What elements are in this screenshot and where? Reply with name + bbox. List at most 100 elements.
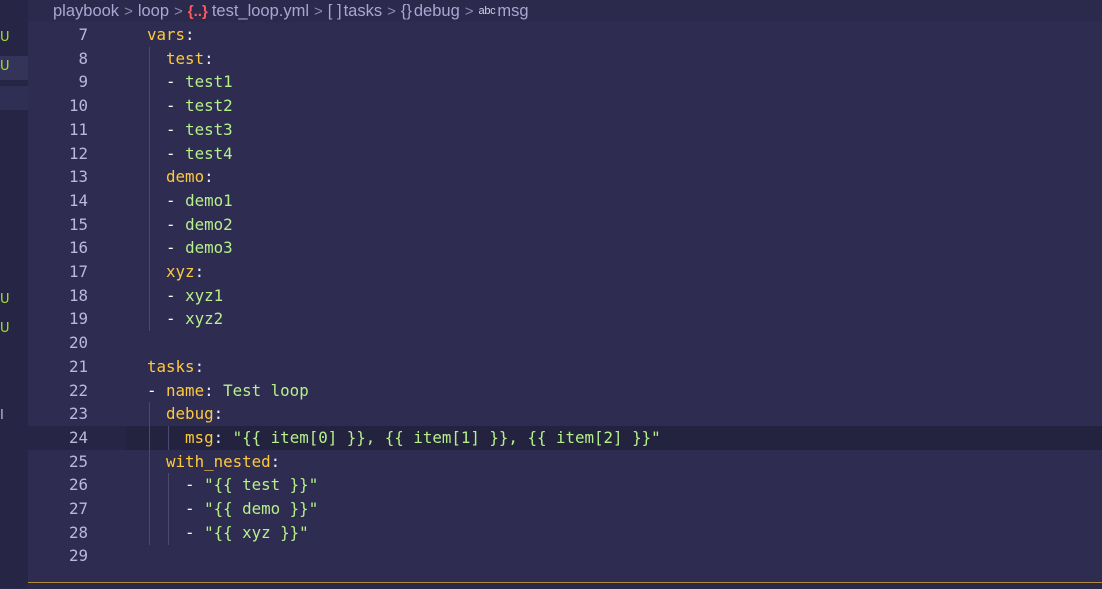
code-line[interactable]: 27 - "{{ demo }}" (28, 497, 1102, 521)
line-number: 17 (68, 262, 88, 281)
code-line[interactable]: 21 tasks: (28, 355, 1102, 379)
yaml-colon: : (194, 356, 205, 376)
code-line[interactable]: 24 msg: "{{ item[0] }}, {{ item[1] }}, {… (28, 425, 1102, 450)
code-content: test: (147, 47, 214, 71)
line-number: 24 (68, 427, 88, 447)
code-line[interactable]: 18 - xyz1 (28, 283, 1102, 308)
yaml-value: test4 (185, 143, 233, 163)
yaml-value: demo2 (185, 214, 233, 234)
explorer-row[interactable] (0, 86, 28, 110)
object-symbol-icon: {} (400, 1, 412, 20)
explorer-row[interactable]: I (0, 404, 28, 428)
line-number: 22 (68, 380, 88, 400)
code-line[interactable]: 12 - test4 (28, 141, 1102, 166)
git-status-badge: U (0, 292, 10, 307)
code-line[interactable]: 8 test: (28, 46, 1102, 71)
yaml-key: demo (166, 167, 205, 187)
code-line[interactable]: 16 - demo3 (28, 236, 1102, 261)
yaml-value: test2 (185, 96, 233, 116)
breadcrumb-item-debug[interactable]: debug (414, 2, 460, 21)
line-number: 20 (68, 333, 88, 353)
code-line[interactable]: 26 - "{{ test }}" (28, 473, 1102, 498)
chevron-right-icon: > (314, 2, 323, 20)
code-editor[interactable]: 7 vars: 8 test: 9 - test1 10 - test2 11 - tes… (28, 22, 1102, 582)
code-content: vars: (147, 23, 195, 47)
code-line[interactable]: 11 - test3 (28, 117, 1102, 142)
code-content: tasks: (147, 355, 204, 379)
code-line[interactable]: 14 - demo1 (28, 188, 1102, 213)
line-number: 23 (68, 404, 88, 424)
git-status-badge: U (0, 321, 10, 336)
yaml-colon: : (213, 427, 233, 447)
line-number: 27 (68, 499, 88, 518)
yaml-colon: : (194, 262, 205, 281)
yaml-key: msg (185, 427, 214, 447)
code-line[interactable]: 7 vars: (28, 23, 1102, 47)
explorer-row[interactable]: U (0, 26, 28, 50)
code-content: - demo3 (147, 236, 233, 260)
code-line[interactable]: 25 with_nested: (28, 449, 1102, 474)
code-content: - test3 (147, 118, 233, 142)
code-line[interactable]: 20 (28, 331, 1102, 355)
line-number: 21 (68, 356, 88, 376)
code-line[interactable]: 17 xyz: (28, 260, 1102, 284)
code-content: xyz: (147, 260, 204, 284)
editor-window: U U U U I playbook > loop > {..} test_lo… (0, 0, 1102, 589)
code-line[interactable]: 28 - "{{ xyz }}" (28, 520, 1102, 545)
line-number: 14 (68, 190, 88, 210)
file-explorer-strip: U U U U I (0, 0, 28, 588)
yaml-value: "{{ item[0] }}, {{ item[1] }}, {{ item[2… (232, 427, 661, 447)
code-content: debug: (147, 402, 223, 426)
explorer-row[interactable]: U (0, 317, 28, 341)
line-number: 29 (68, 546, 88, 566)
breadcrumb-item-file[interactable]: test_loop.yml (212, 2, 309, 21)
line-number: 10 (68, 96, 88, 116)
code-content: - test2 (147, 94, 233, 118)
yaml-list-dash: - (166, 143, 186, 163)
explorer-row[interactable]: U (0, 288, 28, 312)
yaml-colon: : (204, 380, 224, 400)
yaml-value: "{{ demo }}" (204, 499, 319, 518)
code-content: - xyz1 (147, 284, 223, 308)
chevron-right-icon: > (464, 2, 474, 20)
breadcrumb-item-playbook[interactable]: playbook (53, 2, 119, 21)
code-line[interactable]: 9 - test1 (28, 70, 1102, 95)
breadcrumb: playbook > loop > {..} test_loop.yml > [… (28, 0, 1102, 22)
code-line[interactable]: 13 demo: (28, 165, 1102, 190)
string-symbol-icon: abc (478, 5, 496, 17)
breadcrumb-item-tasks[interactable]: tasks (344, 2, 383, 21)
line-number: 7 (78, 25, 88, 44)
code-content: - name: Test loop (147, 379, 309, 403)
code-line[interactable]: 22 - name: Test loop (28, 379, 1102, 403)
yaml-list-dash: - (166, 285, 186, 305)
yaml-file-icon: {..} (187, 2, 208, 20)
line-number: 8 (78, 48, 88, 68)
yaml-list-dash: - (166, 309, 186, 329)
explorer-row-selected[interactable]: U (0, 56, 28, 80)
yaml-value: xyz1 (185, 285, 224, 305)
yaml-list-dash: - (166, 238, 186, 258)
yaml-list-dash: - (185, 522, 205, 542)
yaml-key: name (166, 380, 205, 400)
breadcrumb-item-loop[interactable]: loop (138, 2, 169, 21)
code-content: with_nested: (147, 450, 280, 474)
yaml-list-dash: - (166, 214, 186, 234)
breadcrumb-item-msg[interactable]: msg (497, 2, 528, 21)
yaml-colon: : (204, 48, 214, 68)
code-line[interactable]: 10 - test2 (28, 94, 1102, 119)
code-content: msg: "{{ item[0] }}, {{ item[1] }}, {{ i… (147, 426, 661, 450)
line-number: 25 (68, 451, 88, 471)
code-content: - "{{ xyz }}" (147, 521, 309, 545)
array-symbol-icon: [ ] (327, 1, 342, 20)
code-line[interactable]: 15 - demo2 (28, 212, 1102, 237)
code-content: - xyz2 (147, 307, 223, 331)
yaml-colon: : (204, 167, 214, 187)
code-line[interactable]: 29 (28, 544, 1102, 568)
yaml-key: tasks (147, 356, 195, 376)
yaml-value: "{{ test }}" (204, 475, 319, 495)
code-line[interactable]: 19 - xyz2 (28, 307, 1102, 332)
code-line[interactable]: 23 debug: (28, 402, 1102, 427)
yaml-value: test3 (185, 119, 233, 139)
line-number: 18 (68, 285, 88, 305)
chevron-right-icon: > (124, 2, 133, 20)
